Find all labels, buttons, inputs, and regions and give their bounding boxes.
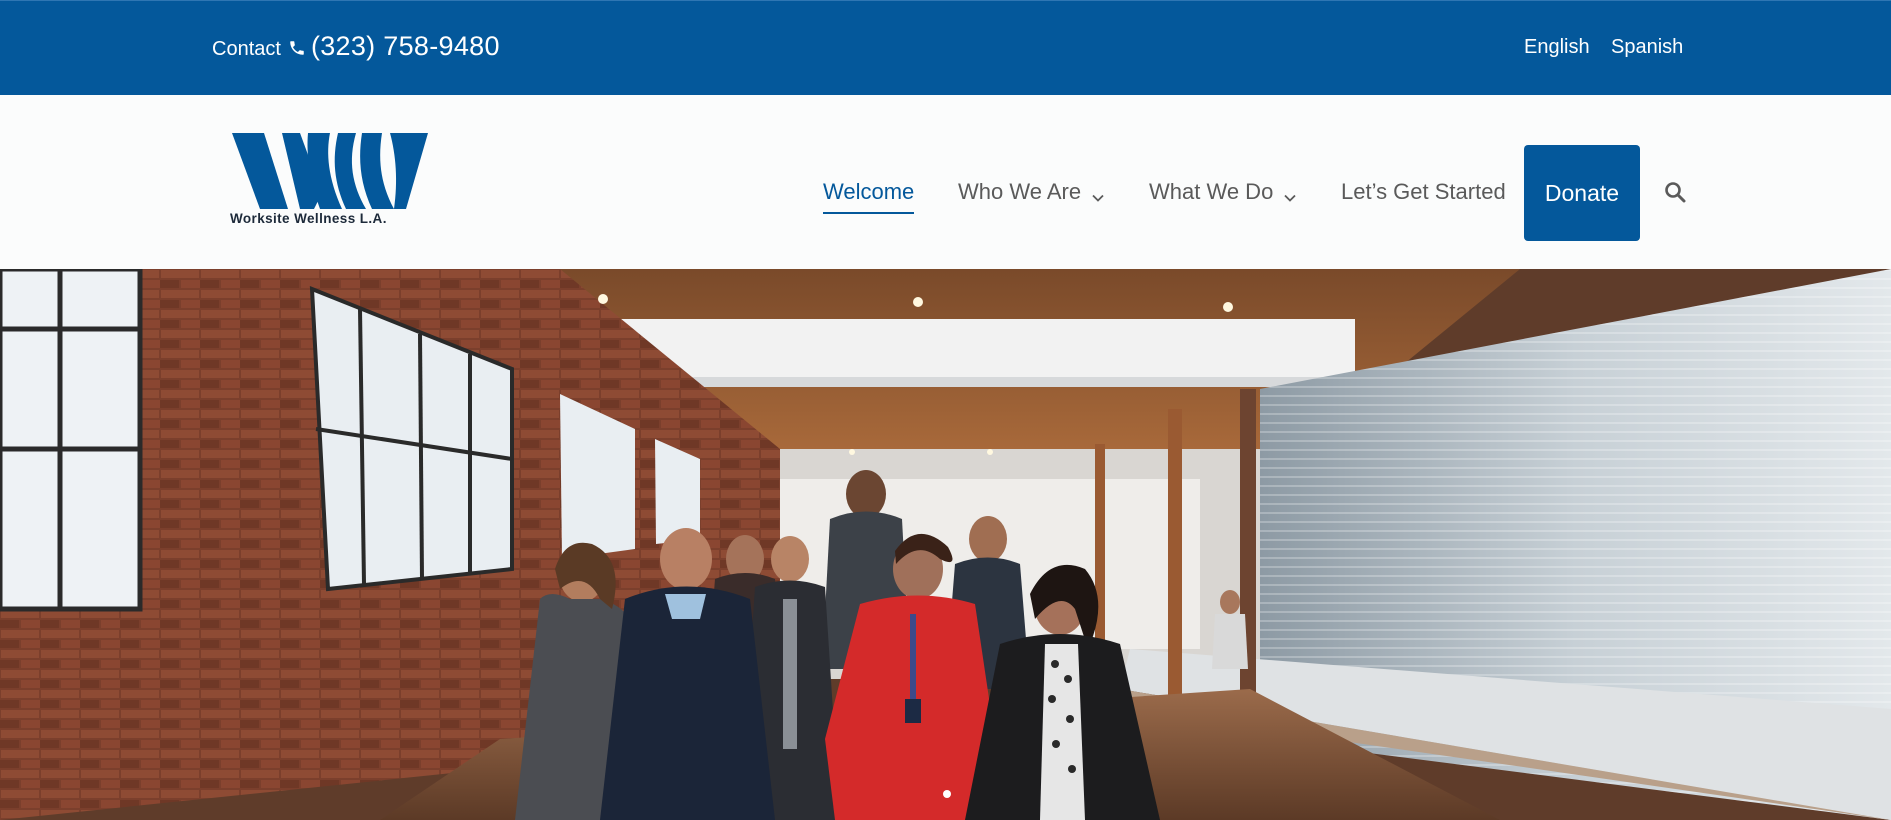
nav-item-who-we-are[interactable]: Who We Are [958,179,1105,205]
nav-item-what-we-do[interactable]: What We Do [1149,179,1297,205]
chevron-down-icon [1091,185,1105,202]
logo-mark-icon [232,133,428,209]
site-header: Worksite Wellness L.A. Welcome Who We Ar… [0,95,1891,269]
logo-text: Worksite Wellness L.A. [230,211,387,226]
phone-number-link[interactable]: (323) 758-9480 [311,31,500,62]
top-bar: Contact (323) 758-9480 English Spanish [0,0,1891,95]
donate-button[interactable]: Donate [1524,145,1640,241]
phone-icon [288,39,306,57]
nav-item-label: Who We Are [958,179,1082,204]
nav-item-lets-get-started[interactable]: Let’s Get Started [1341,179,1506,205]
hero-slider [0,269,1891,820]
search-icon[interactable] [1663,180,1687,204]
contact-label: Contact [212,38,281,60]
site-logo[interactable]: Worksite Wellness L.A. [230,133,430,233]
nav-item-label: Welcome [823,179,915,204]
hero-photo [0,269,1891,820]
nav-item-welcome[interactable]: Welcome [823,179,915,214]
chevron-down-icon [1283,185,1297,202]
slider-dot-1[interactable] [943,790,951,798]
contact-info: Contact (323) 758-9480 [212,31,500,62]
nav-item-label: What We Do [1149,179,1274,204]
nav-item-label: Let’s Get Started [1341,179,1506,204]
language-english-link[interactable]: English [1524,36,1590,59]
language-spanish-link[interactable]: Spanish [1611,36,1683,59]
